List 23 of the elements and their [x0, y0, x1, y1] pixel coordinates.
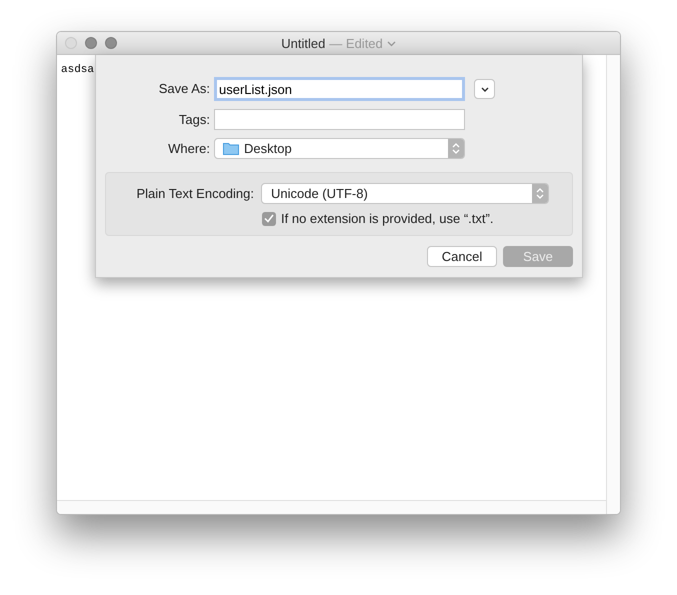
save-as-field[interactable]: userList.json	[214, 77, 465, 101]
minimize-button[interactable]	[85, 37, 97, 49]
encoding-label: Plain Text Encoding:	[135, 184, 254, 203]
where-popup[interactable]: Desktop	[214, 138, 465, 159]
stepper-icon	[448, 139, 464, 158]
extension-checkbox-label: If no extension is provided, use “.txt”.	[281, 210, 494, 228]
zoom-button[interactable]	[105, 37, 117, 49]
stepper-icon	[532, 184, 548, 203]
chevron-down-icon	[480, 86, 488, 92]
save-as-label: Save As:	[158, 80, 210, 98]
tags-field[interactable]	[214, 109, 465, 130]
encoding-popup[interactable]: Unicode (UTF-8)	[261, 183, 549, 204]
where-label: Where:	[167, 140, 210, 158]
extension-checkbox[interactable]	[262, 212, 276, 226]
window-title: Untitled	[281, 34, 326, 53]
cancel-button[interactable]: Cancel	[427, 246, 497, 267]
where-value: Desktop	[244, 140, 293, 158]
expand-button[interactable]	[474, 79, 495, 99]
encoding-value: Unicode (UTF-8)	[271, 184, 369, 203]
folder-icon	[223, 142, 239, 155]
chevron-down-icon[interactable]	[386, 40, 396, 46]
tags-label: Tags:	[178, 110, 210, 129]
document-text: asdsa	[61, 64, 94, 76]
